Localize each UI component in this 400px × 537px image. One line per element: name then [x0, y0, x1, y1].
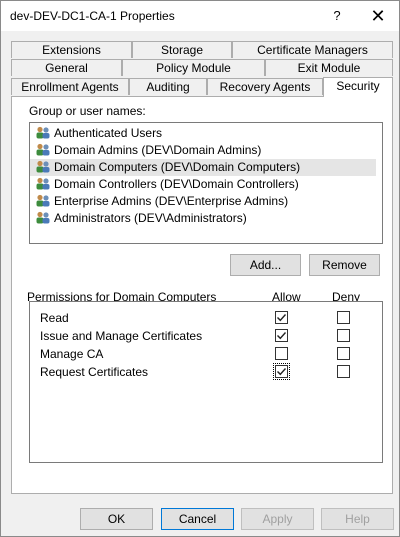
- user-name: Domain Admins (DEV\Domain Admins): [54, 143, 262, 157]
- users-group-icon: [36, 126, 50, 139]
- permission-name: Issue and Manage Certificates: [40, 329, 203, 343]
- tab-certificate-managers[interactable]: Certificate Managers: [232, 41, 393, 58]
- tab-enrollment-agents[interactable]: Enrollment Agents: [11, 78, 129, 95]
- tab-general[interactable]: General: [11, 59, 122, 76]
- tab-extensions[interactable]: Extensions: [11, 41, 132, 58]
- add-button[interactable]: Add...: [230, 254, 301, 276]
- remove-button[interactable]: Remove: [309, 254, 380, 276]
- users-group-icon: [36, 194, 50, 207]
- list-item-domain-admins[interactable]: Domain Admins (DEV\Domain Admins): [35, 142, 381, 159]
- deny-read-checkbox[interactable]: [337, 311, 350, 324]
- user-name: Enterprise Admins (DEV\Enterprise Admins…: [54, 194, 289, 208]
- permission-name: Read: [40, 311, 69, 325]
- users-group-icon: [36, 160, 50, 173]
- title-bar[interactable]: dev-DEV-DC1-CA-1 Properties ? ✕: [1, 1, 399, 31]
- checkmark-icon: [277, 314, 287, 322]
- permission-name: Manage CA: [40, 347, 104, 361]
- ok-button[interactable]: OK: [80, 508, 153, 530]
- list-item-domain-controllers[interactable]: Domain Controllers (DEV\Domain Controlle…: [35, 176, 381, 193]
- allow-manage-ca-checkbox[interactable]: [275, 347, 288, 360]
- users-group-icon: [36, 143, 50, 156]
- security-tab-panel: Group or user names: Authenticated Users…: [11, 96, 393, 494]
- list-item-administrators[interactable]: Administrators (DEV\Administrators): [35, 210, 381, 227]
- checkmark-icon: [277, 368, 287, 376]
- list-item-domain-computers[interactable]: Domain Computers (DEV\Domain Computers): [30, 159, 376, 176]
- user-name: Authenticated Users: [54, 126, 163, 140]
- window-title: dev-DEV-DC1-CA-1 Properties: [10, 9, 175, 23]
- allow-request-certificates-checkbox[interactable]: [273, 363, 290, 380]
- tab-auditing[interactable]: Auditing: [129, 78, 207, 95]
- user-name: Domain Controllers (DEV\Domain Controlle…: [54, 177, 299, 191]
- apply-button[interactable]: Apply: [241, 508, 314, 530]
- user-name: Domain Computers (DEV\Domain Computers): [54, 160, 301, 174]
- permission-row-manage-ca: Manage CA: [30, 345, 382, 363]
- tab-storage[interactable]: Storage: [132, 41, 232, 58]
- permission-name: Request Certificates: [40, 365, 149, 379]
- list-item-authenticated-users[interactable]: Authenticated Users: [35, 125, 381, 142]
- permission-row-request-certificates: Request Certificates: [30, 363, 382, 381]
- list-item-enterprise-admins[interactable]: Enterprise Admins (DEV\Enterprise Admins…: [35, 193, 381, 210]
- user-list[interactable]: Authenticated Users Domain Admins (DEV\D…: [29, 122, 383, 244]
- allow-issue-manage-checkbox[interactable]: [275, 329, 288, 342]
- group-or-user-names-label: Group or user names:: [29, 104, 146, 118]
- deny-issue-manage-checkbox[interactable]: [337, 329, 350, 342]
- permission-row-read: Read: [30, 309, 382, 327]
- checkmark-icon: [277, 332, 287, 340]
- cancel-button[interactable]: Cancel: [161, 508, 234, 530]
- allow-read-checkbox[interactable]: [275, 311, 288, 324]
- tab-policy-module[interactable]: Policy Module: [122, 59, 265, 76]
- permission-row-issue-manage: Issue and Manage Certificates: [30, 327, 382, 345]
- permissions-list: Read Issue and Manage Certificates Manag…: [29, 301, 383, 463]
- deny-manage-ca-checkbox[interactable]: [337, 347, 350, 360]
- tab-security[interactable]: Security: [323, 77, 393, 97]
- close-button[interactable]: ✕: [363, 4, 393, 28]
- help-button[interactable]: Help: [321, 508, 394, 530]
- properties-dialog: dev-DEV-DC1-CA-1 Properties ? ✕ Extensio…: [0, 0, 400, 537]
- tab-recovery-agents[interactable]: Recovery Agents: [207, 78, 323, 95]
- users-group-icon: [36, 177, 50, 190]
- tab-exit-module[interactable]: Exit Module: [265, 59, 393, 76]
- help-question-button[interactable]: ?: [327, 5, 347, 27]
- users-group-icon: [36, 211, 50, 224]
- deny-request-certificates-checkbox[interactable]: [337, 365, 350, 378]
- user-name: Administrators (DEV\Administrators): [54, 211, 247, 225]
